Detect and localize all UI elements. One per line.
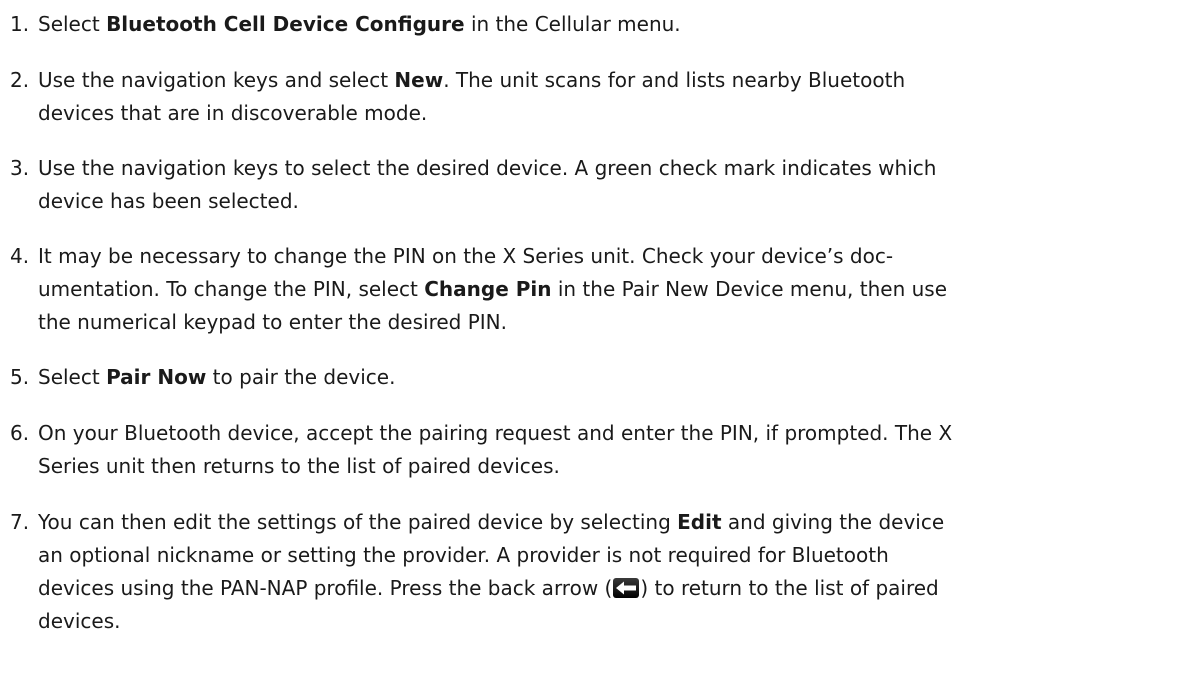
text-run: Use the navigation keys and select [38, 68, 395, 92]
text-line: Use the navigation keys to select the de… [38, 152, 1178, 185]
text-run: Select [38, 12, 107, 36]
text-run: Series unit then returns to the list of … [38, 454, 560, 478]
text-line: You can then edit the settings of the pa… [38, 506, 1178, 539]
text-run: . The unit scans for and lists nearby Bl… [443, 68, 906, 92]
step-number: 1. [10, 12, 30, 36]
text-run: On your Bluetooth device, accept the pai… [38, 421, 953, 445]
text-line: devices using the PAN-NAP profile. Press… [38, 572, 1178, 605]
text-run: devices that are in discoverable mode. [38, 101, 428, 125]
step-text: On your Bluetooth device, accept the pai… [38, 417, 1178, 483]
ui-label-bold: New [394, 68, 444, 92]
back-arrow-icon [613, 578, 640, 598]
text-run: and giving the device [721, 510, 945, 534]
text-line: Select Pair Now to pair the device. [38, 361, 1178, 394]
text-line: Select Bluetooth Cell Device Configure i… [38, 8, 1178, 41]
step-number: 7. [10, 510, 30, 534]
text-line: an optional nickname or setting the prov… [38, 539, 1178, 572]
text-run: You can then edit the settings of the pa… [38, 510, 678, 534]
step-number: 5. [10, 365, 30, 389]
text-line: devices. [38, 605, 1178, 638]
text-line: device has been selected. [38, 185, 1178, 218]
document-page: 1. Select Bluetooth Cell Device Configur… [0, 0, 1185, 679]
step-number: 2. [10, 68, 30, 92]
step-text: Select Pair Now to pair the device. [38, 361, 1178, 394]
text-run: an optional nickname or setting the prov… [38, 543, 889, 567]
ui-label-bold: Edit [677, 510, 722, 534]
ui-label-bold: Bluetooth Cell Device Configure [106, 12, 465, 36]
step-number: 3. [10, 156, 30, 180]
text-run: devices using the PAN-NAP profile. Press… [38, 576, 613, 600]
step-number: 6. [10, 421, 30, 445]
text-run: device has been selected. [38, 189, 299, 213]
text-run: to pair the device. [206, 365, 396, 389]
step-number: 4. [10, 244, 30, 268]
text-line: devices that are in discoverable mode. [38, 97, 1178, 130]
text-run: the numerical keypad to enter the desire… [38, 310, 507, 334]
step-text: It may be necessary to change the PIN on… [38, 240, 1178, 339]
text-run: umentation. To change the PIN, select [38, 277, 425, 301]
text-line: the numerical keypad to enter the desire… [38, 306, 1178, 339]
text-line: On your Bluetooth device, accept the pai… [38, 417, 1178, 450]
text-line: Use the navigation keys and select New. … [38, 64, 1178, 97]
text-line: Series unit then returns to the list of … [38, 450, 1178, 483]
step-text: Use the navigation keys to select the de… [38, 152, 1178, 218]
text-run: in the Cellular menu. [464, 12, 681, 36]
ui-label-bold: Pair Now [106, 365, 207, 389]
step-text: You can then edit the settings of the pa… [38, 506, 1178, 638]
text-run: Select [38, 365, 107, 389]
text-line: It may be necessary to change the PIN on… [38, 240, 1178, 273]
text-run: devices. [38, 609, 121, 633]
text-run: It may be necessary to change the PIN on… [38, 244, 894, 268]
step-text: Select Bluetooth Cell Device Configure i… [38, 8, 1178, 41]
text-run: Use the navigation keys to select the de… [38, 156, 937, 180]
text-run: ) to return to the list of paired [640, 576, 939, 600]
text-run: in the Pair New Device menu, then use [551, 277, 948, 301]
ui-label-bold: Change Pin [424, 277, 552, 301]
step-text: Use the navigation keys and select New. … [38, 64, 1178, 130]
text-line: umentation. To change the PIN, select Ch… [38, 273, 1178, 306]
